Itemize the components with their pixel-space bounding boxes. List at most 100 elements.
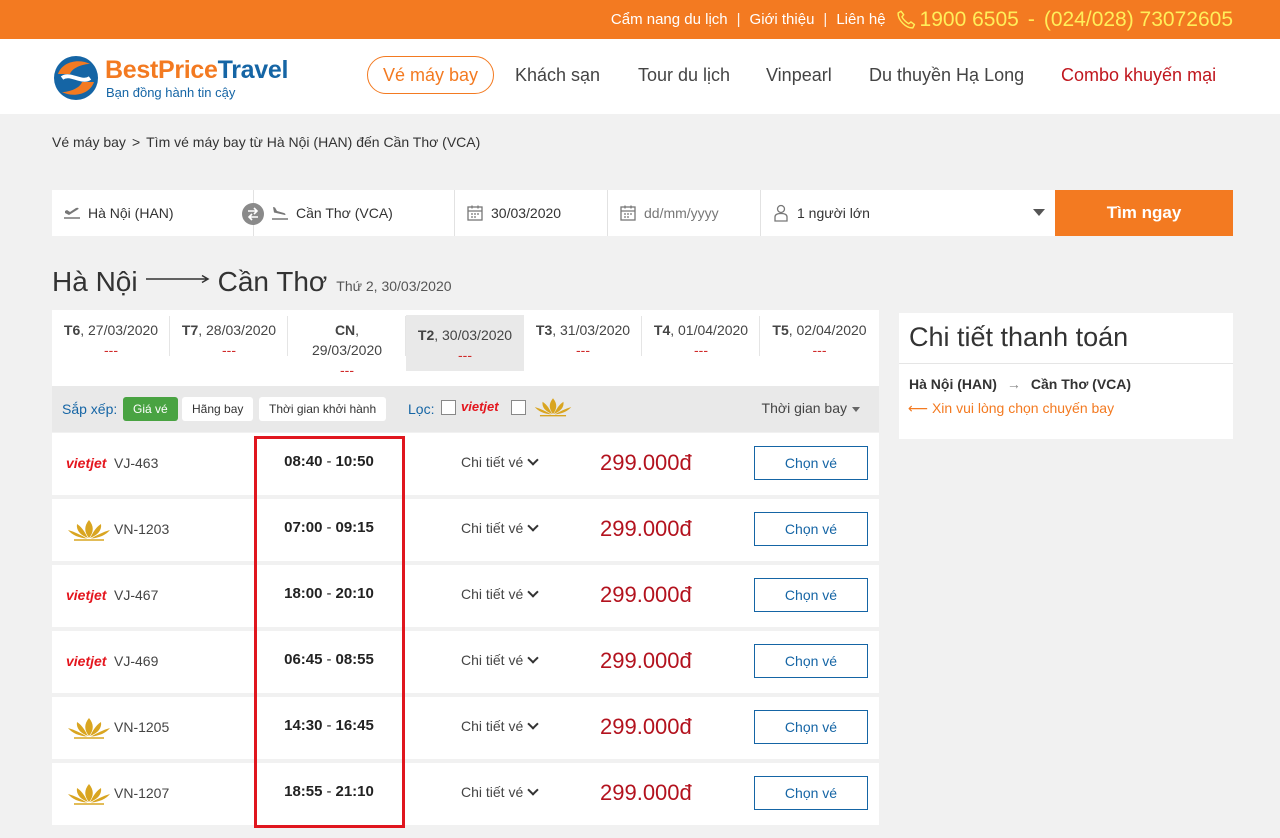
nav-vinpearl[interactable]: Vinpearl — [766, 56, 832, 94]
logo[interactable]: BestPriceTravel Bạn đồng hành tin cậy — [52, 54, 292, 102]
calendar-icon — [467, 205, 483, 221]
departure-time: 08:40 — [284, 453, 323, 470]
search-button[interactable]: Tìm ngay — [1055, 190, 1233, 236]
date-tab-selected[interactable]: T2, 30/03/2020 --- — [406, 315, 524, 371]
ticket-detail-label: Chi tiết vé — [461, 718, 524, 734]
contact-link[interactable]: Liên hệ — [836, 11, 885, 28]
hotline-1[interactable]: 1900 6505 — [920, 8, 1019, 32]
departure-time: 18:00 — [284, 585, 323, 602]
passenger-select[interactable]: 1 người lớn — [761, 190, 1055, 236]
nav-flights[interactable]: Vé máy bay — [367, 56, 495, 94]
about-link[interactable]: Giới thiệu — [750, 11, 815, 28]
ticket-detail-label: Chi tiết vé — [461, 586, 524, 602]
filter-vietjet-checkbox[interactable] — [441, 400, 456, 415]
depart-date-field[interactable]: 30/03/2020 — [455, 190, 608, 236]
date-tab-price: --- — [104, 342, 118, 358]
flight-row: vietjet VJ-467 18:00-20:10 Chi tiết vé 299.0… — [52, 565, 879, 627]
swap-icon[interactable] — [242, 203, 264, 225]
date-tab[interactable]: T6, 27/03/2020 --- — [52, 310, 170, 386]
vietjet-logo-icon: vietjet — [66, 455, 108, 471]
payment-from: Hà Nội (HAN) — [909, 376, 997, 392]
flight-price: 299.000đ — [600, 648, 692, 673]
chevron-down-icon — [527, 520, 539, 532]
guide-link[interactable]: Cẩm nang du lịch — [611, 11, 728, 28]
lotus-logo-icon — [68, 784, 110, 805]
date-tab-day: T4 — [653, 322, 671, 338]
breadcrumb-home[interactable]: Vé máy bay — [52, 134, 126, 150]
nav-tours[interactable]: Tour du lịch — [638, 56, 730, 94]
sort-price-button[interactable]: Giá vé — [123, 397, 178, 421]
sort-airline-button[interactable]: Hãng bay — [182, 397, 254, 421]
logo-brand-a: BestPrice — [105, 56, 218, 84]
time-dash: - — [326, 717, 332, 734]
caret-down-icon — [852, 406, 860, 412]
to-field[interactable]: Cần Thơ (VCA) — [254, 190, 455, 236]
payment-title: Chi tiết thanh toán — [909, 322, 1129, 352]
ticket-detail-toggle[interactable]: Chi tiết vé — [461, 784, 539, 800]
from-field[interactable]: Hà Nội (HAN) — [52, 190, 254, 236]
return-date-field[interactable]: dd/mm/yyyy — [608, 190, 761, 236]
date-tab[interactable]: T5, 02/04/2020 --- — [760, 310, 879, 386]
date-tab-date: , 27/03/2020 — [80, 322, 159, 338]
date-tab[interactable]: T4, 01/04/2020 --- — [642, 310, 760, 386]
ticket-detail-toggle[interactable]: Chi tiết vé — [461, 586, 539, 602]
filter-vietnam-airlines-checkbox[interactable] — [511, 400, 526, 415]
arrival-time: 09:15 — [335, 519, 374, 536]
arrow-right-icon: → — [1006, 376, 1021, 392]
ticket-detail-toggle[interactable]: Chi tiết vé — [461, 652, 539, 668]
flight-code: VJ-469 — [114, 653, 159, 669]
date-tab-date: , 30/03/2020 — [434, 327, 513, 343]
flight-row: vietjet VJ-469 06:45-08:55 Chi tiết vé 299.0… — [52, 631, 879, 693]
choose-ticket-button[interactable]: Chọn vé — [754, 710, 868, 744]
sort-departure-button[interactable]: Thời gian khởi hành — [259, 397, 387, 421]
route-from: Hà Nội — [52, 266, 138, 297]
choose-ticket-button[interactable]: Chọn vé — [754, 446, 868, 480]
date-tab[interactable]: CN, 29/03/2020 --- — [288, 310, 406, 386]
arrival-time: 08:55 — [335, 651, 374, 668]
ticket-detail-toggle[interactable]: Chi tiết vé — [461, 718, 539, 734]
payment-route: Hà Nội (HAN) → Cần Thơ (VCA) — [909, 376, 1131, 392]
choose-ticket-button[interactable]: Chọn vé — [754, 644, 868, 678]
arrival-time: 20:10 — [335, 585, 374, 602]
phone-icon — [896, 10, 915, 29]
chevron-down-icon — [527, 586, 539, 598]
choose-ticket-button[interactable]: Chọn vé — [754, 512, 868, 546]
flight-price: 299.000đ — [600, 516, 692, 541]
flight-times: 06:45-08:55 — [254, 651, 404, 668]
logo-tagline: Bạn đồng hành tin cậy — [106, 85, 236, 100]
date-tab-price: --- — [458, 347, 472, 363]
payment-note: ⟵ Xin vui lòng chọn chuyến bay — [908, 400, 1115, 416]
arrival-time: 21:10 — [335, 783, 374, 800]
flight-time-sort[interactable]: Thời gian bay — [762, 400, 860, 416]
departure-time: 07:00 — [284, 519, 323, 536]
date-tab[interactable]: T7, 28/03/2020 --- — [170, 310, 288, 386]
date-tab-day: CN — [334, 322, 356, 338]
time-dash: - — [326, 783, 332, 800]
date-tab[interactable]: T3, 31/03/2020 --- — [524, 310, 642, 386]
nav-combo[interactable]: Combo khuyến mại — [1061, 56, 1216, 94]
ticket-detail-toggle[interactable]: Chi tiết vé — [461, 454, 539, 470]
logo-mark-icon — [54, 56, 98, 100]
arrival-time: 16:45 — [335, 717, 374, 734]
hotline-2[interactable]: (024/028) 73072605 — [1044, 8, 1233, 32]
nav-hotels[interactable]: Khách sạn — [515, 56, 600, 94]
departure-time: 14:30 — [284, 717, 323, 734]
date-tab-date: , 02/04/2020 — [788, 322, 867, 338]
ticket-detail-toggle[interactable]: Chi tiết vé — [461, 520, 539, 536]
time-dash: - — [326, 519, 332, 536]
vietjet-wordmark: vietjet — [66, 587, 108, 603]
flight-times: 18:55-21:10 — [254, 783, 404, 800]
arrival-time: 10:50 — [335, 453, 374, 470]
return-date-placeholder: dd/mm/yyyy — [644, 205, 719, 221]
separator: | — [823, 11, 828, 28]
divider — [899, 363, 1233, 364]
date-tabs: T6, 27/03/2020 --- T7, 28/03/2020 --- CN… — [52, 310, 879, 386]
flight-code: VN-1203 — [114, 521, 170, 537]
top-links: Cẩm nang du lịch | Giới thiệu | Liên hệ … — [611, 0, 1233, 39]
choose-ticket-button[interactable]: Chọn vé — [754, 578, 868, 612]
chevron-down-icon — [1033, 209, 1045, 216]
choose-ticket-button[interactable]: Chọn vé — [754, 776, 868, 810]
nav-cruises[interactable]: Du thuyền Hạ Long — [869, 56, 1024, 94]
date-tab-date: , 31/03/2020 — [552, 322, 631, 338]
lotus-logo-icon — [534, 398, 572, 417]
